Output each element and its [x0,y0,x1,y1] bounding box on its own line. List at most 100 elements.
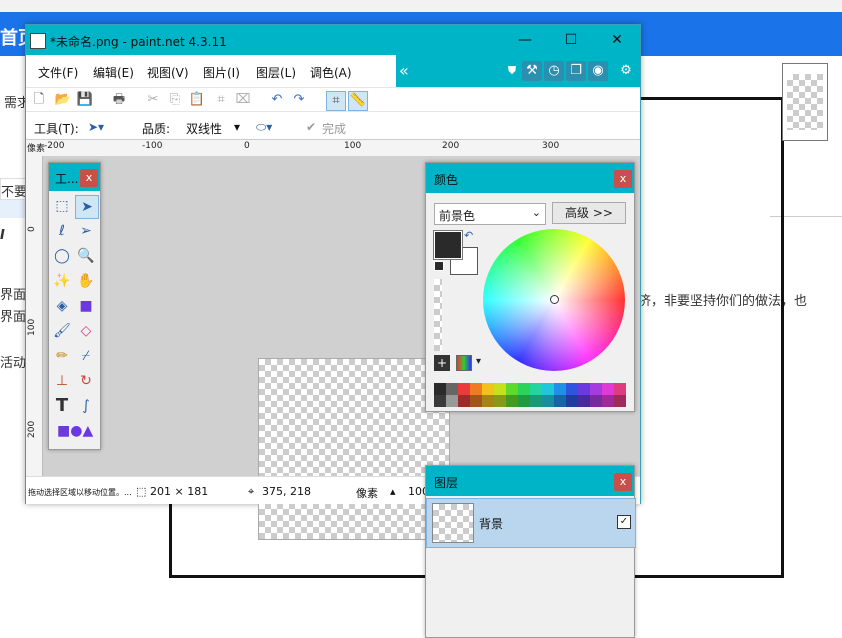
color-picker-tool-icon[interactable]: ⌿ [75,345,97,367]
palette-swatch[interactable] [506,383,518,395]
title-bar[interactable]: *未命名.png - paint.net 4.3.11 — ☐ ✕ [26,25,640,55]
paint-bucket-tool-icon[interactable]: ◈ [51,295,73,317]
print-icon[interactable]: 🖶 [110,91,128,109]
status-unit[interactable]: 像素 [356,485,378,501]
color-mode-select[interactable]: 前景色 ⌄ [434,203,546,225]
menu-file[interactable]: 文件(F) [38,64,78,81]
palette-swatch[interactable] [554,383,566,395]
save-icon[interactable]: 💾 [76,91,94,109]
palette-swatch[interactable] [434,383,446,395]
colors-close-button[interactable]: x [614,170,632,188]
swap-colors-icon[interactable]: ↶ [464,229,473,242]
ellipse-select-tool-icon[interactable]: ◯ [51,245,73,267]
gradient-tool-icon[interactable]: ■ [75,295,97,317]
menu-view[interactable]: 视图(V) [147,64,189,81]
add-color-icon[interactable]: + [434,355,450,371]
deselect-icon[interactable]: ⌧ [234,91,252,109]
minimize-button[interactable]: — [502,25,548,55]
menu-edit[interactable]: 编辑(E) [93,64,134,81]
palette-swatch[interactable] [614,383,626,395]
copy-icon[interactable]: ⎘ [166,91,184,109]
magic-wand-tool-icon[interactable]: ✨ [51,270,73,292]
palette-swatch[interactable] [530,383,542,395]
move-selection-tool-icon[interactable]: ➤▾ [88,120,104,134]
reset-colors-icon[interactable] [434,261,444,271]
palette-swatch[interactable] [602,383,614,395]
image-canvas[interactable] [258,358,450,540]
italic-icon[interactable]: I [0,228,5,243]
rulers-icon[interactable]: 📏 [348,91,368,111]
close-button[interactable]: ✕ [594,25,640,55]
palette-swatch[interactable] [482,383,494,395]
quality-dropdown-icon[interactable]: ▾ [234,120,240,134]
selection-mode-icon[interactable]: ⬭▾ [256,120,272,135]
layer-row-background[interactable]: 背景 ✓ [426,498,636,548]
color-wheel-cursor[interactable] [550,295,559,304]
finish-check-icon[interactable]: ✔ [306,120,316,134]
palette-swatch[interactable] [518,383,530,395]
menu-image[interactable]: 图片(I) [203,64,240,81]
palette-swatch[interactable] [530,395,542,407]
palette-swatch[interactable] [566,395,578,407]
tab-scroll-right-icon[interactable]: » [830,61,840,80]
maximize-button[interactable]: ☐ [548,25,594,55]
palette-swatch[interactable] [446,383,458,395]
zoom-tool-icon[interactable]: 🔍 [75,245,97,267]
palette-swatch[interactable] [434,395,446,407]
colors-window-icon[interactable]: ◉ [588,61,608,81]
tab-scroll-left-icon[interactable]: « [399,61,409,80]
cut-icon[interactable]: ✂ [144,91,162,109]
palette-swatch[interactable] [518,395,530,407]
palette-swatch[interactable] [590,383,602,395]
menu-layers[interactable]: 图层(L) [256,64,296,81]
layers-close-button[interactable]: x [614,473,632,491]
palette-swatch[interactable] [554,395,566,407]
palette-swatch[interactable] [470,383,482,395]
undo-icon[interactable]: ↶ [268,91,286,109]
palette-swatch[interactable] [614,395,626,407]
alpha-slider[interactable] [434,279,442,351]
settings-gear-icon[interactable]: ⚙ [616,61,636,81]
pan-tool-icon[interactable]: ✋ [75,270,97,292]
new-file-icon[interactable]: 🗋 [30,91,48,109]
unit-dropdown-icon[interactable]: ▴ [390,485,396,498]
palette-swatch[interactable] [578,383,590,395]
tools-window-titlebar[interactable]: 工... x [49,163,100,191]
finish-button[interactable]: 完成 [322,120,346,137]
color-palette[interactable] [434,383,626,407]
image-thumbnail-tab[interactable] [782,63,828,141]
palette-swatch[interactable] [566,383,578,395]
recolor-tool-icon[interactable]: ↻ [75,370,97,392]
move-selection-tool-icon[interactable]: ➤ [75,195,99,219]
redo-icon[interactable]: ↷ [290,91,308,109]
palette-swatch[interactable] [470,395,482,407]
tools-window-icon[interactable]: ⚒ [522,61,542,81]
palette-swatch[interactable] [458,383,470,395]
primary-color-swatch[interactable] [433,230,463,260]
grid-icon[interactable]: ⌗ [326,91,346,111]
palette-swatch[interactable] [542,383,554,395]
pencil-tool-icon[interactable]: ✏ [51,345,73,367]
palette-dropdown-icon[interactable]: ▾ [476,356,481,367]
rectangle-select-tool-icon[interactable]: ⬚ [51,195,73,217]
text-tool-icon[interactable]: T [51,395,73,417]
pin-icon[interactable]: ⛊ [502,61,522,81]
palette-swatch[interactable] [494,395,506,407]
clone-stamp-tool-icon[interactable]: ⊥ [51,370,73,392]
palette-swatch[interactable] [446,395,458,407]
palette-swatch[interactable] [590,395,602,407]
paintbrush-tool-icon[interactable]: 🖌 [51,320,73,342]
shapes-tool-icon[interactable]: ■●▲ [57,420,93,442]
palette-swatch[interactable] [578,395,590,407]
palette-menu-icon[interactable] [456,355,472,371]
line-curve-tool-icon[interactable]: ∫ [75,395,97,417]
layers-window-icon[interactable]: ❐ [566,61,586,81]
palette-swatch[interactable] [602,395,614,407]
history-window-icon[interactable]: ◷ [544,61,564,81]
palette-swatch[interactable] [482,395,494,407]
layers-window-titlebar[interactable]: 图层 x [426,466,634,496]
palette-swatch[interactable] [458,395,470,407]
advanced-button[interactable]: 高级 >> [552,202,626,224]
menu-adjustments[interactable]: 调色(A) [310,64,352,81]
layer-visibility-checkbox[interactable]: ✓ [617,515,631,529]
